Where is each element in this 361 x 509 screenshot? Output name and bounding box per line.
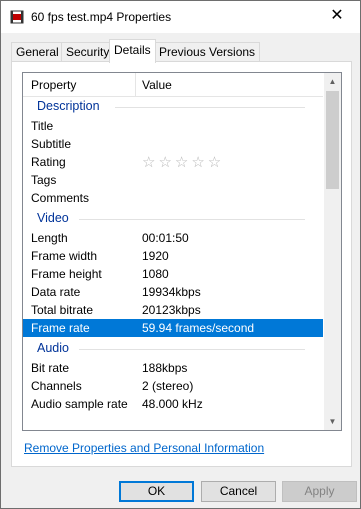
property-name: Comments [31,191,90,205]
property-name: Frame height [31,267,102,281]
list-item[interactable]: Channels 2 (stereo) [23,377,323,395]
group-description: Description [23,97,323,117]
property-value: 1080 [142,267,169,281]
window-title: 60 fps test.mp4 Properties [31,10,172,24]
property-value: 188kbps [142,361,188,375]
property-name: Frame width [31,249,98,263]
column-header-value[interactable]: Value [142,78,172,92]
property-name: Length [31,231,68,245]
apply-button[interactable]: Apply [282,481,357,502]
property-value: 1920 [142,249,169,263]
property-name: Bit rate [31,361,70,375]
property-value: 59.94 frames/second [142,321,255,335]
property-name: Subtitle [31,137,72,151]
tab-previous-versions[interactable]: Previous Versions [154,42,261,62]
close-button[interactable]: ✕ [314,1,360,31]
tab-security[interactable]: Security [61,42,115,62]
group-divider [115,107,305,108]
group-video: Video [23,209,323,229]
property-value: 19934kbps [142,285,201,299]
list-item[interactable]: Bit rate 188kbps [23,359,323,377]
list-item[interactable]: Subtitle [23,135,323,153]
vertical-scrollbar[interactable]: ▲ ▼ [324,73,341,430]
list-item[interactable]: Total bitrate 20123kbps [23,301,323,319]
cancel-button[interactable]: Cancel [201,481,276,502]
list-item[interactable]: Comments [23,189,323,207]
group-label: Audio [37,341,69,355]
property-value: 48.000 kHz [142,397,203,411]
tab-general[interactable]: General [11,42,64,62]
tab-strip: General Security Details Previous Versio… [11,39,352,63]
scroll-down-arrow-icon[interactable]: ▼ [324,413,341,430]
scroll-up-arrow-icon[interactable]: ▲ [324,73,341,90]
column-header-property[interactable]: Property [31,78,76,92]
list-item[interactable]: Length 00:01:50 [23,229,323,247]
rating-stars-icon[interactable]: ☆☆☆☆☆ [142,153,224,171]
ok-button[interactable]: OK [119,481,194,502]
group-label: Video [37,211,69,225]
tab-details[interactable]: Details [109,39,156,63]
list-item[interactable]: Tags [23,171,323,189]
property-value: 2 (stereo) [142,379,194,393]
properties-list[interactable]: Property Value Description Title Subtitl… [22,72,342,431]
list-item-selected[interactable]: Frame rate 59.94 frames/second [23,319,323,337]
group-label: Description [37,99,100,113]
property-name: Frame rate [31,321,90,335]
property-value: 00:01:50 [142,231,189,245]
column-divider[interactable] [135,73,136,97]
list-item[interactable]: Audio sample rate 48.000 kHz [23,395,323,413]
scroll-thumb[interactable] [326,91,339,189]
list-header: Property Value [23,73,323,97]
group-audio: Audio [23,339,323,359]
group-divider [79,349,305,350]
list-item[interactable]: Frame height 1080 [23,265,323,283]
list-item[interactable]: Rating ☆☆☆☆☆ [23,153,323,171]
group-divider [79,219,305,220]
property-value: 20123kbps [142,303,201,317]
remove-properties-link[interactable]: Remove Properties and Personal Informati… [24,441,264,455]
property-name: Data rate [31,285,81,299]
property-name: Audio sample rate [31,397,128,411]
list-item[interactable]: Frame width 1920 [23,247,323,265]
property-name: Title [31,119,54,133]
list-item[interactable]: Data rate 19934kbps [23,283,323,301]
property-name: Channels [31,379,82,393]
title-bar: 60 fps test.mp4 Properties ✕ [1,1,360,33]
properties-dialog: 60 fps test.mp4 Properties ✕ General Sec… [0,0,361,509]
property-name: Tags [31,173,57,187]
video-file-icon [10,10,24,24]
property-name: Total bitrate [31,303,94,317]
list-item[interactable]: Title [23,117,323,135]
property-name: Rating [31,155,66,169]
details-panel: Property Value Description Title Subtitl… [11,61,352,467]
